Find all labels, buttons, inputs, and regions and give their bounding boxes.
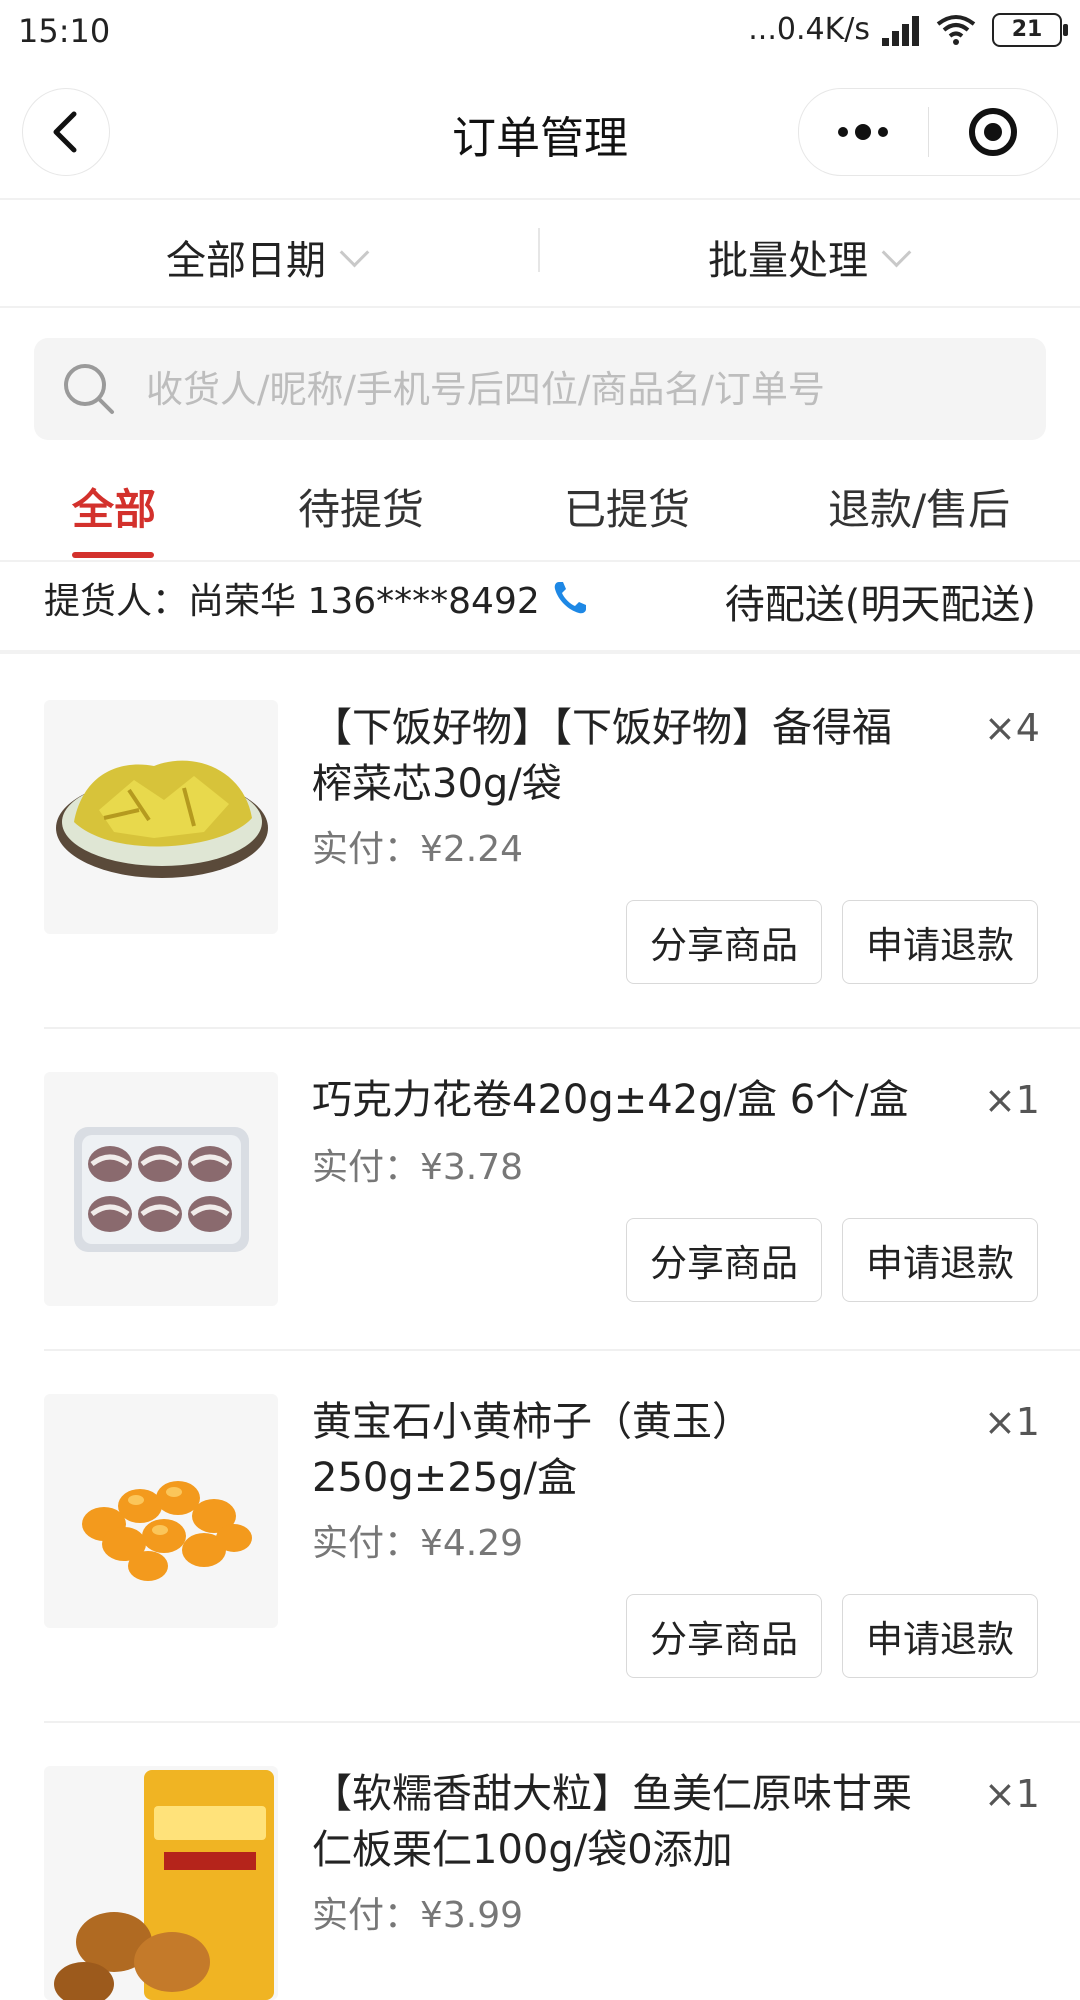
- date-filter-label: 全部日期: [166, 238, 326, 284]
- item-quantity: ×1: [983, 1400, 1040, 1444]
- item-title: 【下饭好物】【下饭好物】备得福榨菜芯30g/袋: [312, 705, 892, 807]
- item-paid: 实付：¥2.24: [312, 829, 524, 870]
- share-product-button[interactable]: 分享商品: [626, 1218, 822, 1302]
- item-paid: 实付：¥3.78: [312, 1147, 524, 1188]
- item-paid: 实付：¥3.99: [312, 1895, 524, 1936]
- chevron-down-icon: [339, 237, 370, 267]
- item-quantity: ×4: [983, 706, 1040, 750]
- pickup-info: 提货人：尚荣华 136****8492: [44, 572, 590, 624]
- status-time: 15:10: [18, 12, 111, 50]
- item-title: 黄宝石小黄柿子（黄玉）250g±25g/盒: [312, 1399, 752, 1501]
- item-title: 【软糯香甜大粒】鱼美仁原味甘栗仁板栗仁100g/袋0添加: [312, 1771, 912, 1873]
- refund-button[interactable]: 申请退款: [842, 900, 1038, 984]
- search-input[interactable]: [144, 366, 1028, 412]
- more-button[interactable]: [799, 89, 928, 175]
- tab-picked-up[interactable]: 已提货: [564, 476, 690, 537]
- item-divider: [44, 1721, 1080, 1723]
- search-bar[interactable]: [34, 338, 1046, 440]
- tab-all[interactable]: 全部: [72, 476, 156, 537]
- item-quantity: ×1: [983, 1078, 1040, 1122]
- battery-icon: 21: [992, 12, 1068, 47]
- pickup-label: 提货人：尚荣华 136****8492: [44, 581, 540, 622]
- delivery-status: 待配送(明天配送): [724, 582, 1036, 628]
- signal-icon: [882, 14, 924, 46]
- phone-icon[interactable]: [550, 578, 590, 618]
- nav-divider: [0, 198, 1080, 200]
- product-image-chestnuts[interactable]: [44, 1766, 278, 2000]
- item-divider: [44, 1027, 1080, 1029]
- wifi-icon: [936, 14, 976, 45]
- status-icons: ...0.4K/s 21: [748, 12, 1068, 47]
- filter-bottom-divider: [0, 306, 1080, 308]
- mini-program-capsule: [798, 88, 1058, 176]
- batch-filter[interactable]: 批量处理: [708, 228, 912, 286]
- tab-pending-pickup[interactable]: 待提货: [298, 476, 424, 537]
- item-paid: 实付：¥4.29: [312, 1523, 524, 1564]
- close-mini-program-button[interactable]: [929, 89, 1058, 175]
- share-product-button[interactable]: 分享商品: [626, 900, 822, 984]
- search-icon: [64, 364, 114, 414]
- tab-refund[interactable]: 退款/售后: [828, 476, 1010, 537]
- tabs-divider: [0, 560, 1080, 562]
- network-speed: ...0.4K/s: [748, 12, 870, 47]
- product-image-chocolate-rolls[interactable]: [44, 1072, 278, 1306]
- refund-button[interactable]: 申请退款: [842, 1594, 1038, 1678]
- item-divider: [44, 1349, 1080, 1351]
- refund-button[interactable]: 申请退款: [842, 1218, 1038, 1302]
- filter-divider: [538, 228, 540, 272]
- date-filter[interactable]: 全部日期: [166, 228, 370, 286]
- more-dots-icon: [838, 124, 889, 140]
- active-tab-indicator: [72, 552, 154, 558]
- item-title: 巧克力花卷420g±42g/盒 6个/盒: [312, 1077, 909, 1123]
- target-icon: [968, 108, 1017, 156]
- batch-filter-label: 批量处理: [708, 238, 868, 284]
- item-quantity: ×1: [983, 1772, 1040, 1816]
- product-image-pickled-veg[interactable]: [44, 700, 278, 934]
- share-product-button[interactable]: 分享商品: [626, 1594, 822, 1678]
- chevron-down-icon: [881, 237, 912, 267]
- product-image-yellow-tomatoes[interactable]: [44, 1394, 278, 1628]
- section-divider: [0, 650, 1080, 654]
